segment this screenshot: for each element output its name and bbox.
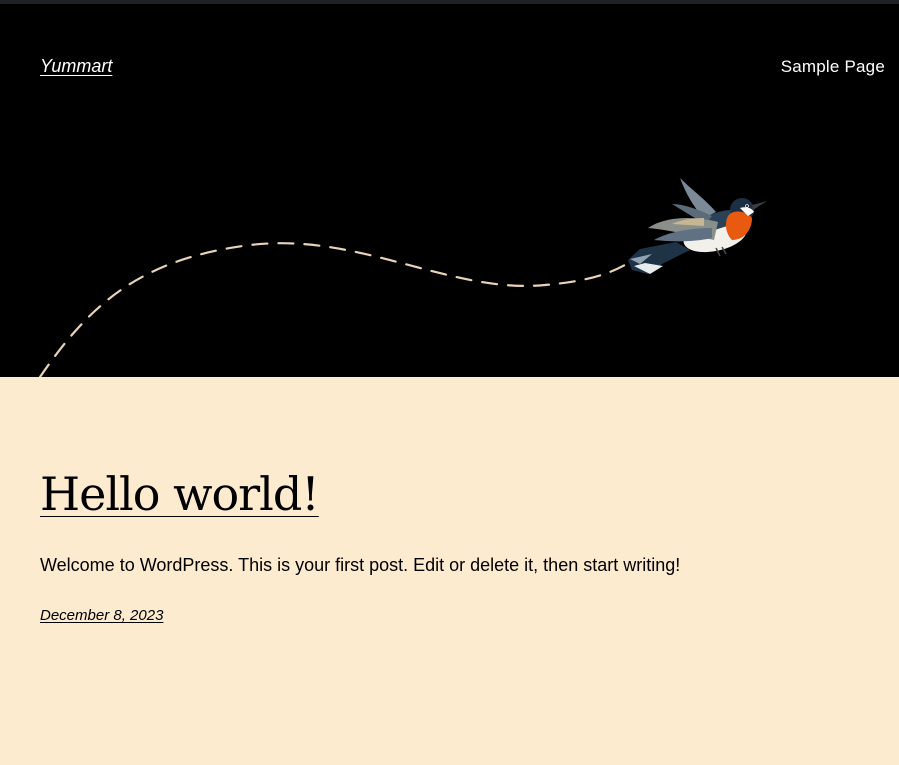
- bird-flight-illustration: [38, 178, 767, 377]
- post-excerpt: Welcome to WordPress. This is your first…: [40, 555, 681, 575]
- flight-trail-dashed-line: [38, 242, 632, 377]
- main-content: Hello world! Welcome to WordPress. This …: [0, 377, 899, 765]
- post-date-link[interactable]: December 8, 2023: [40, 607, 163, 624]
- post-title-link[interactable]: Hello world!: [40, 467, 320, 521]
- site-header: Yummart Sample Page: [0, 4, 899, 377]
- bird-icon: [628, 178, 767, 274]
